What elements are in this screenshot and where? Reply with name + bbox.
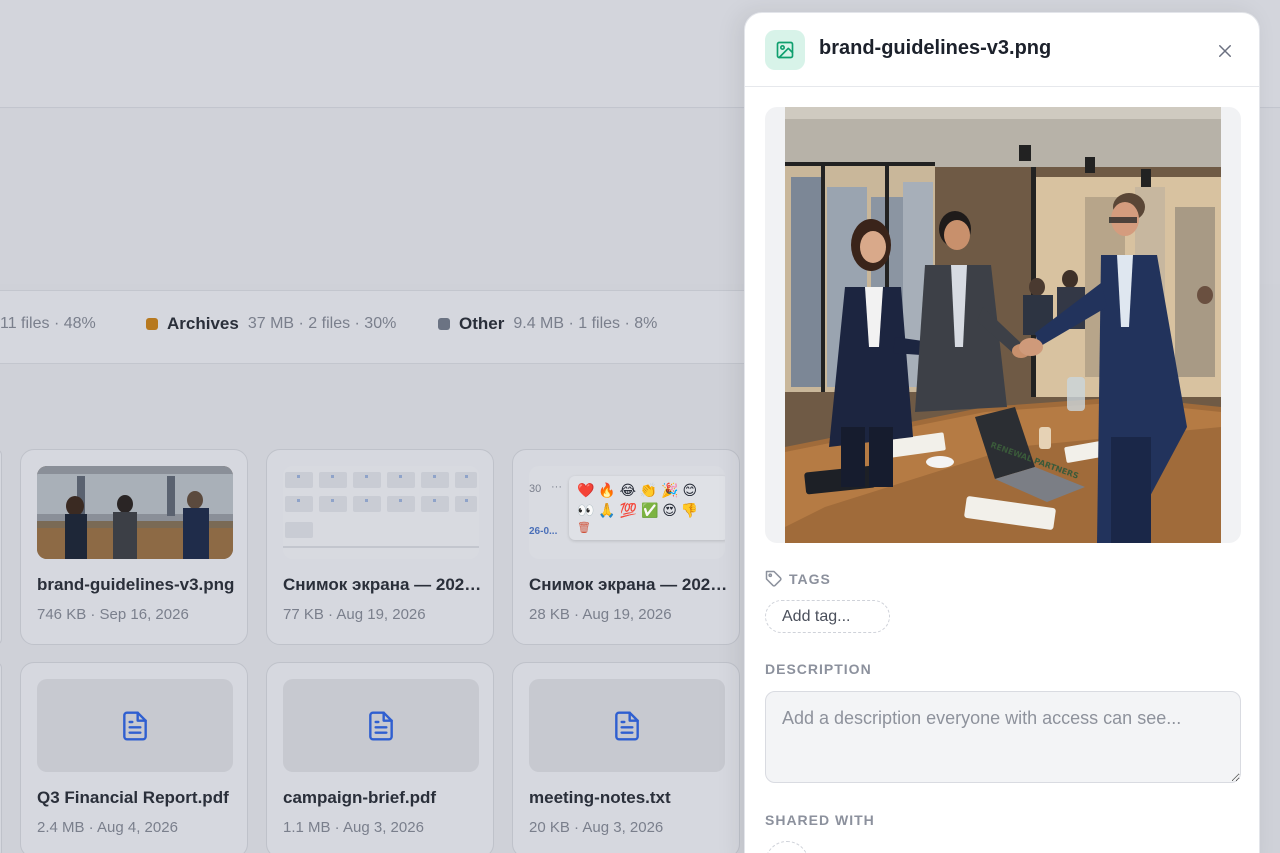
file-thumbnail-screenshot: 30 ··· 26-0... ❤️ 🔥 😂 👏 🎉 😊 👀 🙏 💯 ✅ 😍 👎 … bbox=[529, 466, 725, 559]
file-name: brand-guidelines-v3.png bbox=[37, 575, 235, 594]
file-card-partial[interactable] bbox=[0, 662, 2, 853]
file-card[interactable]: Q3 Financial Report.pdf 2.4 MB · Aug 4, … bbox=[20, 662, 248, 853]
file-thumbnail-document bbox=[283, 679, 479, 772]
file-thumbnail-screenshot bbox=[283, 466, 479, 559]
file-card-partial[interactable] bbox=[0, 449, 2, 645]
emoji-reaction-popup: ❤️ 🔥 😂 👏 🎉 😊 👀 🙏 💯 ✅ 😍 👎 🗑 bbox=[569, 476, 725, 540]
thumb-text: 30 bbox=[529, 483, 542, 495]
close-icon bbox=[1219, 45, 1231, 57]
image-icon bbox=[765, 30, 805, 70]
add-share-avatar[interactable] bbox=[765, 841, 809, 853]
description-label: DESCRIPTION bbox=[765, 661, 872, 677]
panel-title: brand-guidelines-v3.png bbox=[819, 37, 1052, 59]
legend-meta: 37 MB · 2 files · 30% bbox=[247, 315, 397, 332]
legend-name: Archives bbox=[167, 314, 239, 333]
legend-color-dot bbox=[146, 318, 158, 330]
file-meta: 20 KB · Aug 3, 2026 bbox=[529, 819, 664, 836]
file-card[interactable]: campaign-brief.pdf 1.1 MB · Aug 3, 2026 bbox=[266, 662, 494, 853]
file-meta: 77 KB · Aug 19, 2026 bbox=[283, 606, 426, 623]
storage-legend-item-other[interactable]: Other 9.4 MB · 1 files · 8% bbox=[438, 313, 657, 335]
file-card[interactable]: Снимок экрана — 2026-08-19 77 KB · Aug 1… bbox=[266, 449, 494, 645]
description-textarea[interactable] bbox=[765, 691, 1241, 783]
storage-legend-item-archives[interactable]: Archives 37 MB · 2 files · 30% bbox=[146, 313, 396, 335]
legend-name: Other bbox=[459, 314, 505, 333]
document-icon bbox=[615, 710, 639, 741]
file-name: Q3 Financial Report.pdf bbox=[37, 788, 229, 807]
shared-with-label: SHARED WITH bbox=[765, 812, 875, 828]
file-thumbnail-image bbox=[37, 466, 233, 559]
document-icon bbox=[123, 710, 147, 741]
emoji-row: 👀 🙏 💯 ✅ 😍 👎 bbox=[577, 502, 699, 518]
file-name: campaign-brief.pdf bbox=[283, 788, 437, 807]
trash-icon: 🗑 bbox=[577, 522, 591, 534]
tags-label: TAGS bbox=[789, 571, 831, 587]
thumb-ellipsis: ··· bbox=[551, 481, 562, 493]
storage-legend-item-partial: 11 files · 48% bbox=[0, 313, 96, 335]
thumb-date: 26-0... bbox=[529, 526, 558, 537]
panel-header: brand-guidelines-v3.png bbox=[745, 13, 1259, 87]
legend-color-dot bbox=[438, 318, 450, 330]
document-icon bbox=[369, 710, 393, 741]
legend-meta: 11 files · 48% bbox=[0, 315, 96, 332]
file-card[interactable]: brand-guidelines-v3.png 746 KB · Sep 16,… bbox=[20, 449, 248, 645]
file-name: Снимок экрана — 2026-08-19 bbox=[529, 575, 729, 594]
file-card[interactable]: meeting-notes.txt 20 KB · Aug 3, 2026 bbox=[512, 662, 740, 853]
file-meta: 2.4 MB · Aug 4, 2026 bbox=[37, 819, 178, 836]
file-details-panel: brand-guidelines-v3.png RENEWAL PARTNERS… bbox=[744, 12, 1260, 853]
file-name: meeting-notes.txt bbox=[529, 788, 671, 807]
file-card[interactable]: 30 ··· 26-0... ❤️ 🔥 😂 👏 🎉 😊 👀 🙏 💯 ✅ 😍 👎 … bbox=[512, 449, 740, 645]
preview-photo: RENEWAL PARTNERS bbox=[785, 107, 1221, 543]
file-name: Снимок экрана — 2026-08-19 bbox=[283, 575, 483, 594]
file-thumbnail-document bbox=[529, 679, 725, 772]
file-meta: 1.1 MB · Aug 3, 2026 bbox=[283, 819, 424, 836]
file-meta: 746 KB · Sep 16, 2026 bbox=[37, 606, 189, 623]
tag-icon bbox=[765, 570, 782, 587]
emoji-row: ❤️ 🔥 😂 👏 🎉 😊 bbox=[577, 482, 698, 498]
file-meta: 28 KB · Aug 19, 2026 bbox=[529, 606, 672, 623]
legend-meta: 9.4 MB · 1 files · 8% bbox=[513, 315, 658, 332]
file-thumbnail-document bbox=[37, 679, 233, 772]
image-preview[interactable]: RENEWAL PARTNERS bbox=[765, 107, 1241, 543]
close-button[interactable] bbox=[1211, 37, 1239, 65]
add-tag-button[interactable]: Add tag... bbox=[765, 600, 890, 633]
